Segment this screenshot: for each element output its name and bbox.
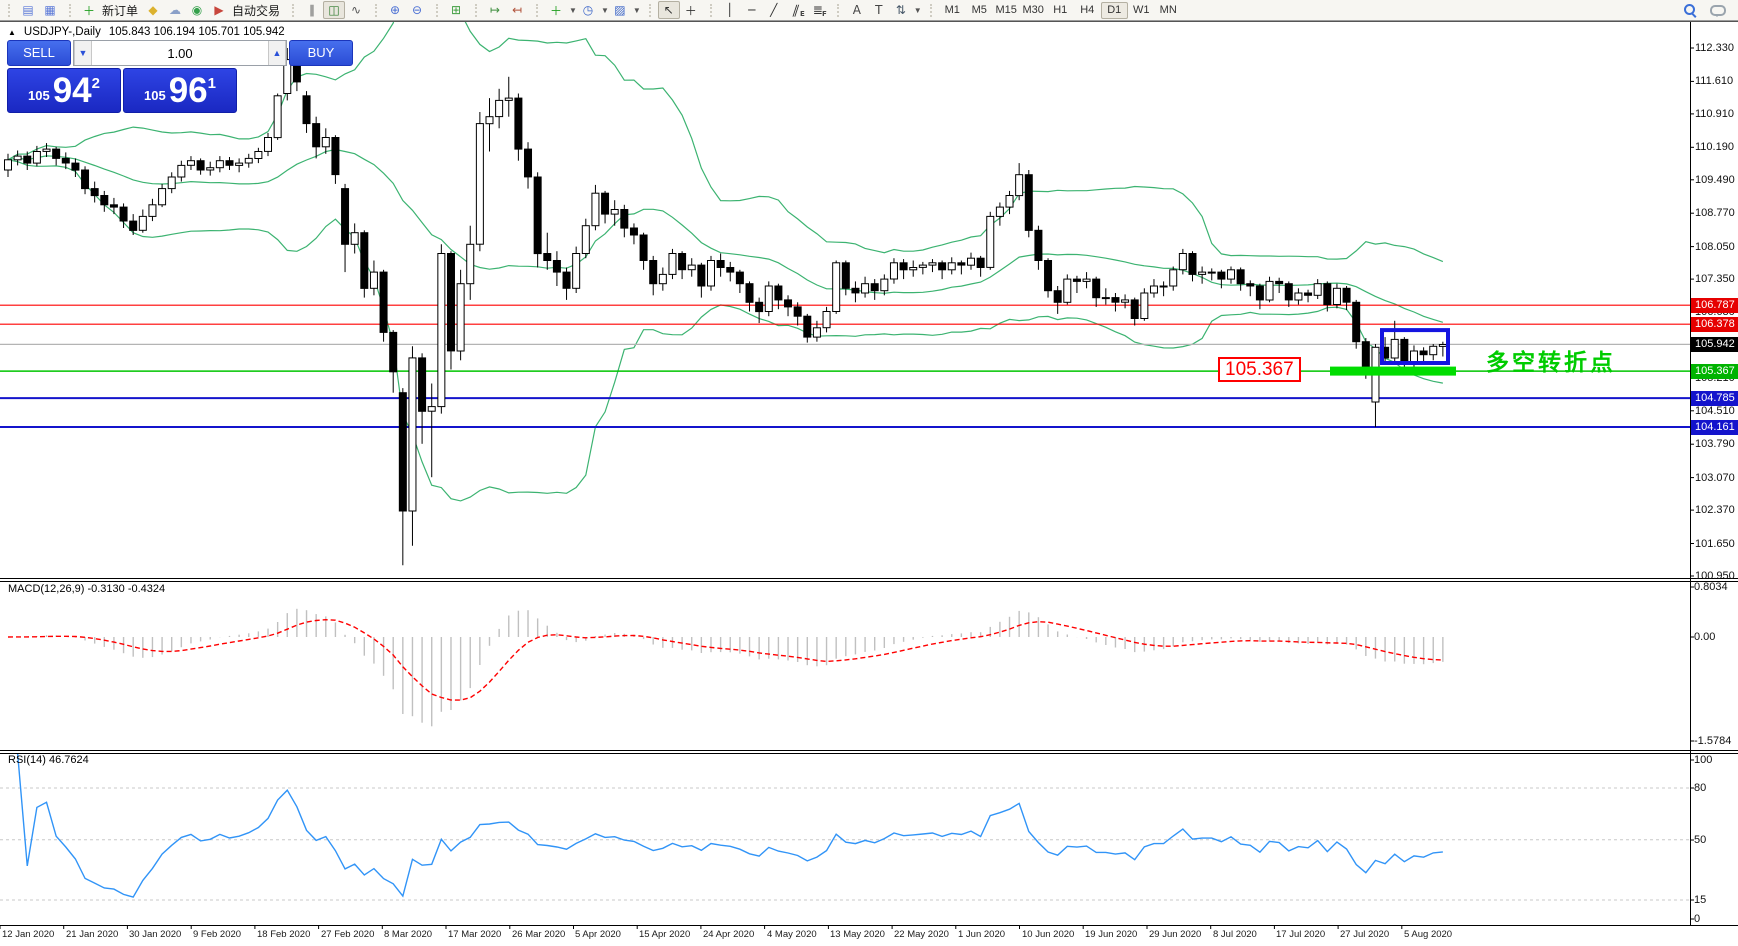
sell-price-button[interactable]: 105 94 2 [7, 68, 121, 113]
axis-ticks [0, 47, 1694, 929]
chart-title: ▲ USDJPY-,Daily 105.843 106.194 105.701 … [8, 26, 285, 38]
timeframe-mn[interactable]: MN [1155, 2, 1182, 19]
collapse-panel-icon[interactable]: ▲ [8, 28, 16, 37]
timeframe-w1[interactable]: W1 [1128, 2, 1155, 19]
candlestick-series [4, 48, 1447, 566]
new-order-icon-label[interactable]: 新订单 [102, 2, 138, 19]
toolbar: ▤ ▦ ＋新订单 ◆ ☁ ◉ ▶ 自动交易 ∥ ◫ ∿ ⊕ ⊖ ⊞ ↦ ↤ ＋ ▼ ◷ ▼ ▨ ▼ ↖ ＋ │ ─ ╱ ∥ E ≣ F A T ⇅… [0, 0, 1738, 21]
templates-icon[interactable]: ▨ [609, 1, 631, 19]
auto-scroll-icon[interactable]: ↦ [484, 1, 506, 19]
rsi-pane-label: RSI(14) 46.7624 [8, 754, 89, 766]
toolbar-group: ∥ ◫ ∿ [288, 0, 371, 20]
rsi-line [16, 754, 1443, 898]
macd-signal-line [7, 618, 1443, 701]
community-icon[interactable]: ☁ [164, 1, 186, 19]
new-order-icon[interactable]: ＋ [78, 1, 100, 19]
signals-icon[interactable]: ◉ [186, 1, 208, 19]
ohlc-values: 105.843 106.194 105.701 105.942 [108, 26, 285, 38]
timeframe-group: M1 M5 M15 M30 H1 H4 D1 W1 MN [926, 0, 1186, 20]
toolbar-right [1682, 2, 1734, 18]
periods-icon[interactable]: ◷ [577, 1, 599, 19]
sell-button[interactable]: SELL [7, 40, 71, 66]
rsi-level-lines [0, 787, 1690, 901]
equidistant-channel-icon[interactable]: ∥ E [785, 1, 807, 19]
zoom-in-icon[interactable]: ⊕ [384, 1, 406, 19]
zoom-out-icon[interactable]: ⊖ [406, 1, 428, 19]
bar-chart-icon[interactable]: ∥ [301, 1, 323, 19]
chart-area[interactable]: 112.330 111.610 110.910 110.190 109.490 108.7… [0, 21, 1738, 946]
symbol-period-label: USDJPY-,Daily [23, 26, 101, 38]
toolbar-group: A T ⇅ ▼ [833, 0, 926, 20]
arrows-icon[interactable]: ⇅ [890, 1, 912, 19]
buy-price-button[interactable]: 105 96 1 [123, 68, 237, 113]
timeframe-m1[interactable]: M1 [939, 2, 966, 19]
text-label-icon[interactable]: T [868, 1, 890, 19]
toolbar-group: │ ─ ╱ ∥ E ≣ F [706, 0, 833, 20]
toolbar-group: ▤ ▦ [4, 0, 65, 20]
line-chart-icon[interactable]: ∿ [345, 1, 367, 19]
toolbar-group: ⊕ ⊖ [371, 0, 432, 20]
indicators-icon[interactable]: ＋ [545, 1, 567, 19]
tile-windows-icon[interactable]: ⊞ [445, 1, 467, 19]
auto-trading-icon[interactable]: ▶ [208, 1, 230, 19]
mt4-window: ▤ ▦ ＋新订单 ◆ ☁ ◉ ▶ 自动交易 ∥ ◫ ∿ ⊕ ⊖ ⊞ ↦ ↤ ＋ ▼ ◷ ▼ ▨ ▼ ↖ ＋ │ ─ ╱ ∥ E ≣ F A T ⇅… [0, 0, 1738, 946]
timeframe-d1[interactable]: D1 [1100, 1, 1128, 19]
candlestick-chart-icon[interactable]: ◫ [323, 1, 346, 19]
toolbar-group: ＋ ▼ ◷ ▼ ▨ ▼ [532, 0, 645, 20]
toolbar-group: ↖ ＋ [645, 0, 706, 20]
horizontal-price-lines [0, 304, 1690, 428]
volume-stepper[interactable]: ▼ ▲ [73, 40, 287, 66]
volume-input[interactable] [92, 41, 268, 65]
toolbar-group: ⊞ [432, 0, 471, 20]
auto-trading-icon-label[interactable]: 自动交易 [232, 2, 280, 19]
one-click-trading-panel: SELL ▼ ▲ BUY 105942 105961 [7, 40, 353, 113]
volume-decrease-button[interactable]: ▼ [74, 41, 92, 65]
chart-canvas[interactable] [0, 21, 1738, 946]
search-icon[interactable] [1682, 2, 1698, 18]
timeframe-m5[interactable]: M5 [966, 2, 993, 19]
chart-shift-icon[interactable]: ↤ [506, 1, 528, 19]
cursor-icon[interactable]: ↖ [657, 1, 680, 19]
macd-pane-label: MACD(12,26,9) -0.3130 -0.4324 [8, 583, 166, 595]
timeframe-h1[interactable]: H1 [1047, 2, 1074, 19]
timeframe-m15[interactable]: M15 [993, 2, 1020, 19]
green-support-bar[interactable] [1330, 366, 1456, 376]
data-window-icon[interactable]: ▦ [39, 1, 61, 19]
toolbar-group: ↦ ↤ [471, 0, 532, 20]
support-price-annotation[interactable]: 105.367 [1218, 357, 1301, 382]
text-icon[interactable]: A [846, 1, 868, 19]
timeframe-m30[interactable]: M30 [1020, 2, 1047, 19]
volume-increase-button[interactable]: ▲ [268, 41, 286, 65]
vertical-line-icon[interactable]: │ [719, 1, 741, 19]
turning-point-annotation[interactable]: 多空转折点 [1486, 343, 1616, 377]
buy-button[interactable]: BUY [289, 40, 353, 66]
crosshair-icon[interactable]: ＋ [680, 1, 702, 19]
fibonacci-icon[interactable]: ≣ F [807, 1, 829, 19]
notifications-icon[interactable]: ◆ [142, 1, 164, 19]
chat-icon[interactable] [1710, 4, 1726, 17]
horizontal-line-icon[interactable]: ─ [741, 1, 763, 19]
macd-histogram [16, 608, 1444, 727]
toolbar-group: ＋新订单 ◆ ☁ ◉ ▶ 自动交易 [65, 0, 288, 20]
timeframe-h4[interactable]: H4 [1074, 2, 1101, 19]
charts-window-icon[interactable]: ▤ [17, 1, 39, 19]
trendline-icon[interactable]: ╱ [763, 1, 785, 19]
